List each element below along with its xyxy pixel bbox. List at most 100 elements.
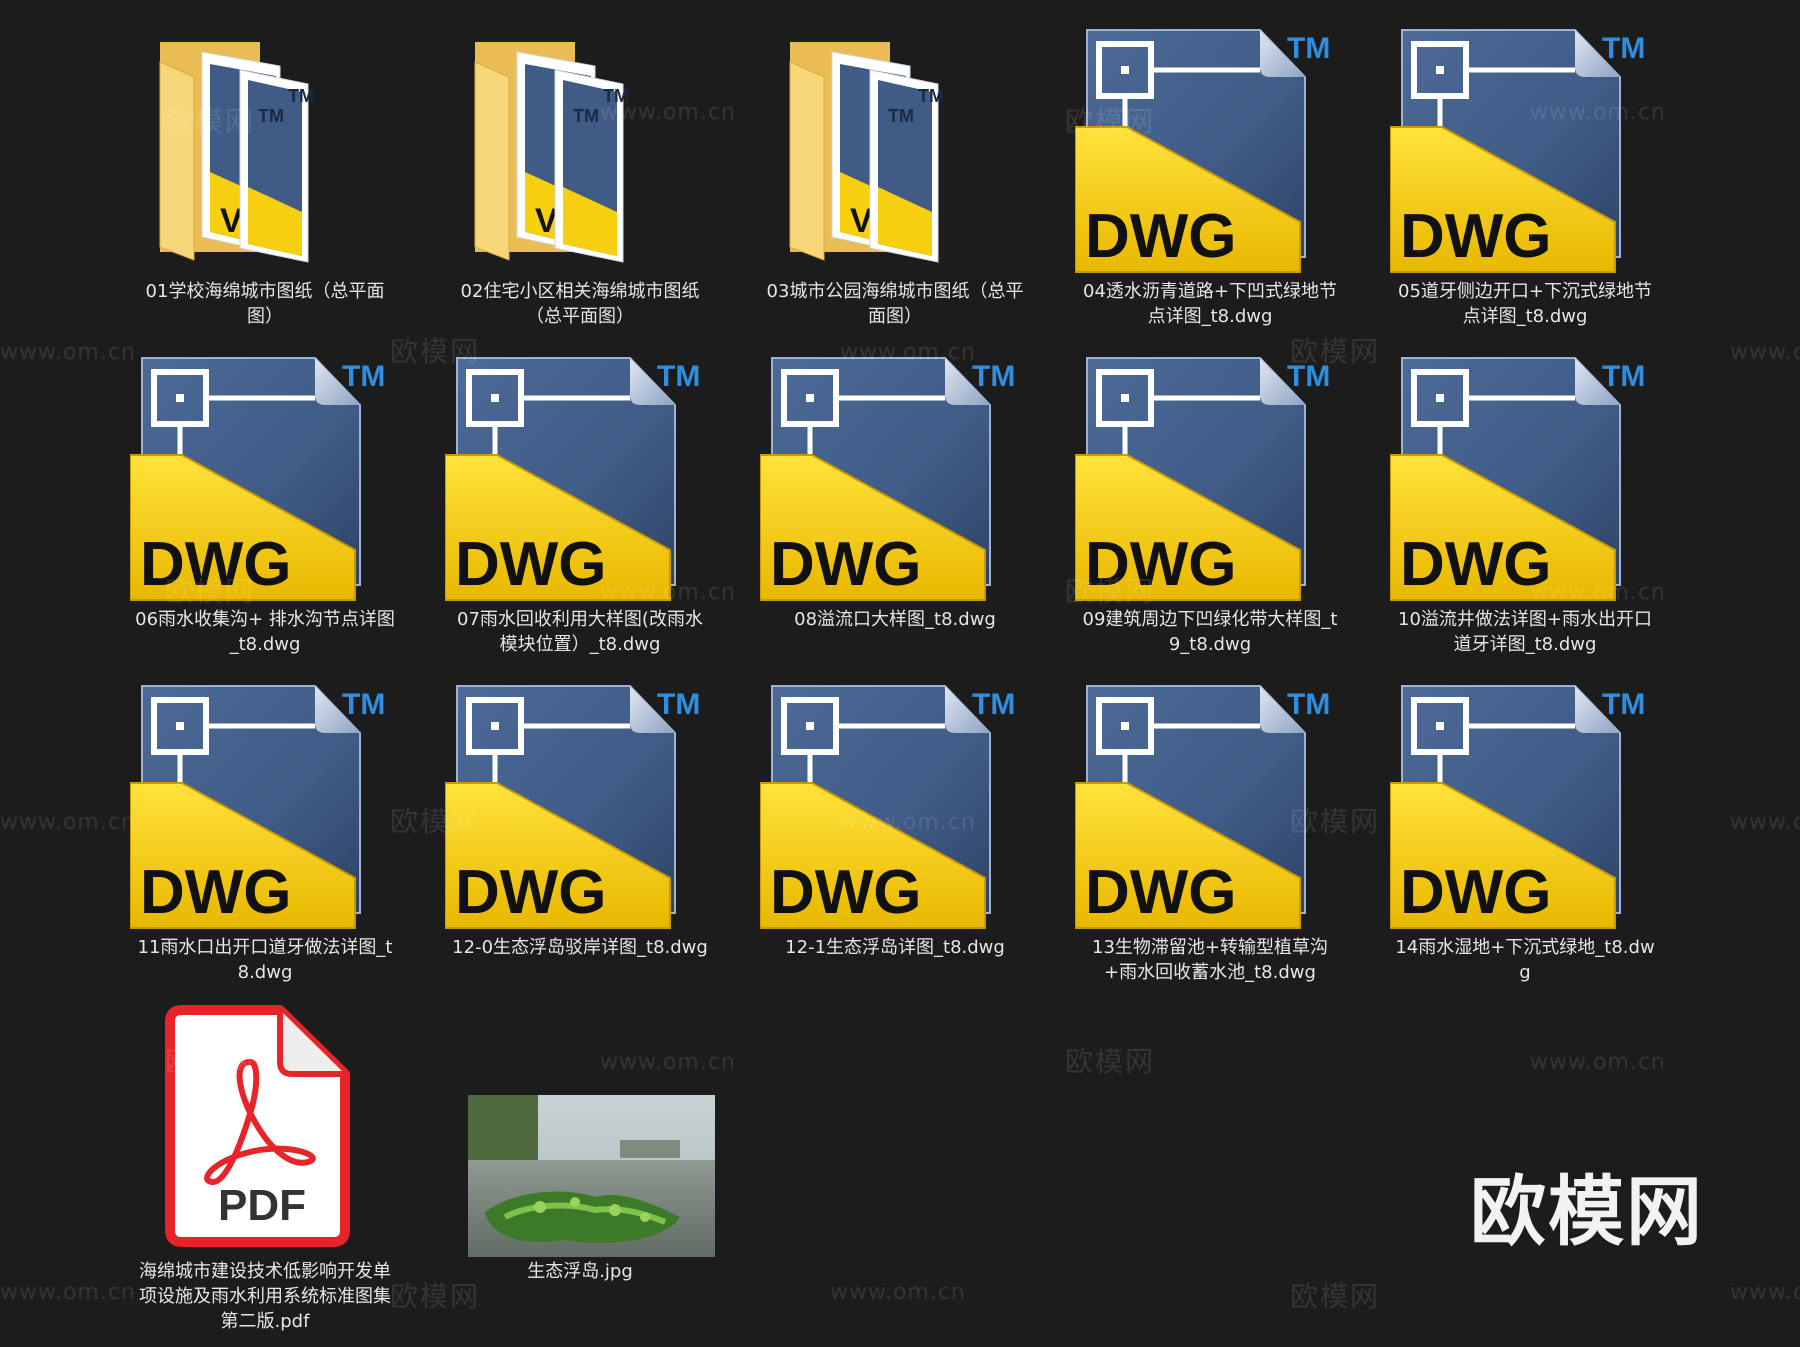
file-item[interactable]: DWG TM 05道牙侧边开口+下沉式绿地节点详图_t8.dwg	[1390, 22, 1660, 329]
dwg-file-icon[interactable]: DWG TM	[1075, 350, 1345, 605]
svg-text:DWG: DWG	[770, 858, 922, 927]
svg-text:DWG: DWG	[1085, 858, 1237, 927]
svg-text:TM: TM	[603, 86, 629, 106]
dwg-graphic: DWG TM	[130, 357, 385, 601]
svg-text:TM: TM	[972, 360, 1015, 393]
watermark-logo: 欧模网	[1290, 1280, 1381, 1313]
file-item[interactable]: DWG TM 12-0生态浮岛驳岸详图_t8.dwg	[445, 678, 715, 960]
folder-dwg-icon[interactable]: VG TM TM	[445, 22, 715, 277]
svg-text:TM: TM	[1602, 360, 1645, 393]
dwg-graphic: DWG TM	[445, 357, 700, 601]
file-item[interactable]: DWG TM 12-1生态浮岛详图_t8.dwg	[760, 678, 1030, 960]
svg-text:DWG: DWG	[140, 530, 292, 599]
watermark-url: www.om.cn	[0, 340, 136, 365]
file-item[interactable]: DWG TM 10溢流井做法详图+雨水出开口道牙详图_t8.dwg	[1390, 350, 1660, 657]
file-item[interactable]: PDF 海绵城市建设技术低影响开发单项设施及雨水利用系统标准图集第二版.pdf	[130, 1002, 400, 1334]
file-item[interactable]: DWG TM 09建筑周边下凹绿化带大样图_t9_t8.dwg	[1075, 350, 1345, 657]
file-name-label: 03城市公园海绵城市图纸（总平面图）	[766, 281, 1024, 327]
svg-text:TM: TM	[657, 688, 700, 721]
file-item[interactable]: DWG TM 07雨水回收利用大样图(改雨水模块位置）_t8.dwg	[445, 350, 715, 657]
file-name-label: 11雨水口出开口道牙做法详图_t8.dwg	[137, 937, 393, 983]
svg-text:DWG: DWG	[770, 530, 922, 599]
watermark-url: www.om.cn	[1730, 340, 1800, 365]
dwg-graphic: DWG TM	[445, 685, 700, 929]
pdf-file-icon[interactable]: PDF	[130, 1002, 400, 1257]
jpg-thumbnail[interactable]	[445, 1002, 715, 1257]
svg-text:TM: TM	[1287, 32, 1330, 65]
svg-text:TM: TM	[258, 106, 284, 126]
file-name-label: 08溢流口大样图_t8.dwg	[794, 609, 996, 630]
dwg-graphic: DWG TM	[1075, 357, 1330, 601]
dwg-file-icon[interactable]: DWG TM	[760, 350, 1030, 605]
svg-text:TM: TM	[918, 86, 944, 106]
dwg-file-icon[interactable]: DWG TM	[1390, 22, 1660, 277]
svg-text:DWG: DWG	[1400, 530, 1552, 599]
watermark-url: www.om.cn	[1730, 810, 1800, 835]
file-item[interactable]: VG TM TM 01学校海绵城市图纸（总平面图）	[130, 22, 400, 329]
dwg-graphic: DWG TM	[760, 357, 1015, 601]
dwg-file-icon[interactable]: DWG TM	[1390, 350, 1660, 605]
brand-logo: 欧模网	[1470, 1167, 1704, 1256]
svg-text:TM: TM	[342, 688, 385, 721]
svg-text:TM: TM	[888, 106, 914, 126]
file-item[interactable]: DWG TM 11雨水口出开口道牙做法详图_t8.dwg	[130, 678, 400, 985]
file-item[interactable]: DWG TM 06雨水收集沟+ 排水沟节点详图_t8.dwg	[130, 350, 400, 657]
watermark-url: www.om.cn	[1530, 1050, 1666, 1075]
svg-text:DWG: DWG	[1400, 858, 1552, 927]
file-name-label: 海绵城市建设技术低影响开发单项设施及雨水利用系统标准图集第二版.pdf	[139, 1261, 391, 1332]
file-name-label: 04透水沥青道路+下凹式绿地节点详图_t8.dwg	[1083, 281, 1337, 327]
dwg-graphic: DWG TM	[1075, 685, 1330, 929]
svg-text:TM: TM	[972, 688, 1015, 721]
file-item[interactable]: VG TM TM 03城市公园海绵城市图纸（总平面图）	[760, 22, 1030, 329]
file-name-label: 02住宅小区相关海绵城市图纸（总平面图）	[460, 281, 700, 327]
watermark-logo: 欧模网	[1065, 1045, 1156, 1078]
file-item[interactable]: VG TM TM 02住宅小区相关海绵城市图纸（总平面图）	[445, 22, 715, 329]
dwg-file-icon[interactable]: DWG TM	[130, 350, 400, 605]
svg-text:TM: TM	[1602, 688, 1645, 721]
svg-text:TM: TM	[657, 360, 700, 393]
svg-text:DWG: DWG	[140, 858, 292, 927]
svg-text:TM: TM	[573, 106, 599, 126]
svg-text:TM: TM	[1287, 360, 1330, 393]
svg-text:PDF: PDF	[218, 1181, 306, 1230]
svg-text:DWG: DWG	[1400, 202, 1552, 271]
file-name-label: 13生物滞留池+转输型植草沟+雨水回收蓄水池_t8.dwg	[1092, 937, 1328, 983]
dwg-graphic: DWG TM	[1075, 29, 1330, 273]
jpg-graphic	[468, 1095, 715, 1257]
folder-dwg-icon[interactable]: VG TM TM	[760, 22, 1030, 277]
dwg-file-icon[interactable]: DWG TM	[1075, 678, 1345, 933]
dwg-file-icon[interactable]: DWG TM	[445, 350, 715, 605]
file-name-label: 05道牙侧边开口+下沉式绿地节点详图_t8.dwg	[1398, 281, 1652, 327]
svg-text:TM: TM	[342, 360, 385, 393]
watermark-url: www.om.cn	[0, 810, 136, 835]
dwg-graphic: DWG TM	[760, 685, 1015, 929]
svg-text:DWG: DWG	[1085, 530, 1237, 599]
pdf-graphic: PDF	[165, 1005, 350, 1247]
watermark-url: www.om.cn	[1730, 1280, 1800, 1305]
dwg-file-icon[interactable]: DWG TM	[760, 678, 1030, 933]
file-item[interactable]: 生态浮岛.jpg	[445, 1002, 715, 1284]
folder-dwg-icon[interactable]: VG TM TM	[130, 22, 400, 277]
file-name-label: 14雨水湿地+下沉式绿地_t8.dwg	[1395, 937, 1655, 983]
dwg-file-icon[interactable]: DWG TM	[445, 678, 715, 933]
dwg-file-icon[interactable]: DWG TM	[1075, 22, 1345, 277]
dwg-file-icon[interactable]: DWG TM	[1390, 678, 1660, 933]
file-item[interactable]: DWG TM 14雨水湿地+下沉式绿地_t8.dwg	[1390, 678, 1660, 985]
folder-graphic: VG TM TM	[159, 42, 314, 263]
file-item[interactable]: DWG TM 04透水沥青道路+下凹式绿地节点详图_t8.dwg	[1075, 22, 1345, 329]
dwg-file-icon[interactable]: DWG TM	[130, 678, 400, 933]
folder-graphic: VG TM TM	[474, 42, 629, 263]
file-name-label: 12-1生态浮岛详图_t8.dwg	[785, 937, 1005, 958]
file-item[interactable]: DWG TM 08溢流口大样图_t8.dwg	[760, 350, 1030, 632]
svg-text:DWG: DWG	[1085, 202, 1237, 271]
folder-graphic: VG TM TM	[789, 42, 944, 263]
file-name-label: 09建筑周边下凹绿化带大样图_t9_t8.dwg	[1082, 609, 1338, 655]
svg-text:DWG: DWG	[455, 530, 607, 599]
svg-text:TM: TM	[1602, 32, 1645, 65]
file-name-label: 生态浮岛.jpg	[527, 1261, 633, 1282]
file-name-label: 07雨水回收利用大样图(改雨水模块位置）_t8.dwg	[457, 609, 703, 655]
watermark-url: www.om.cn	[830, 1280, 966, 1305]
file-name-label: 01学校海绵城市图纸（总平面图）	[145, 281, 385, 327]
file-name-label: 10溢流井做法详图+雨水出开口道牙详图_t8.dwg	[1398, 609, 1652, 655]
file-item[interactable]: DWG TM 13生物滞留池+转输型植草沟+雨水回收蓄水池_t8.dwg	[1075, 678, 1345, 985]
